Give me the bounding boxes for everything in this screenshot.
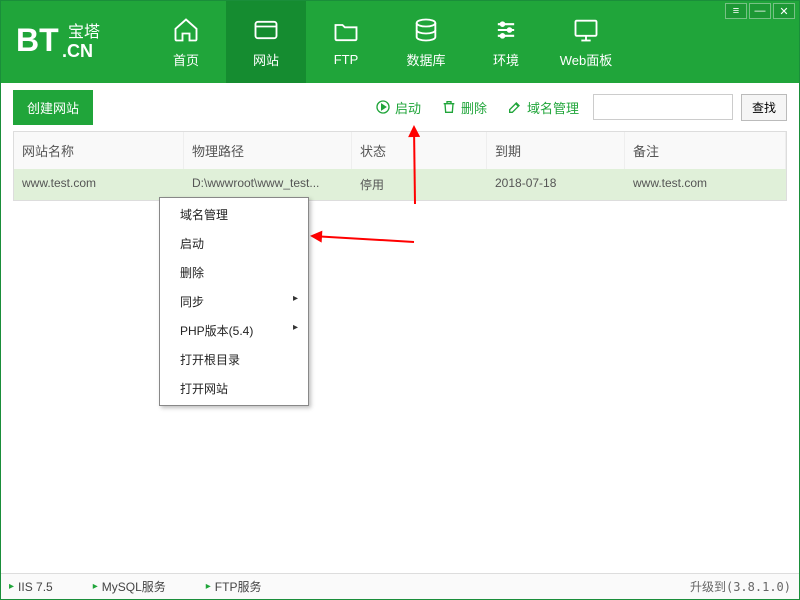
table-header: 网站名称 物理路径 状态 到期 备注	[14, 132, 786, 169]
table-row[interactable]: www.test.com D:\wwwroot\www_test... 停用 2…	[14, 169, 786, 200]
cell-name: www.test.com	[14, 169, 184, 200]
cell-note: www.test.com	[625, 169, 786, 200]
main-nav: 首页 网站 FTP 数据库 环境 Web面板	[146, 1, 626, 83]
col-expire[interactable]: 到期	[487, 132, 625, 169]
folder-icon	[331, 18, 361, 46]
toolbar: 创建网站 启动 删除 域名管理 查找	[1, 83, 799, 131]
start-label: 启动	[395, 98, 421, 117]
annotation-arrow-1	[304, 226, 424, 246]
cell-path: D:\wwwroot\www_test...	[184, 169, 352, 200]
start-button[interactable]: 启动	[369, 98, 427, 117]
nav-ftp-label: FTP	[334, 52, 359, 67]
nav-db[interactable]: 数据库	[386, 1, 466, 83]
panel-icon	[571, 16, 601, 44]
delete-label: 删除	[461, 98, 487, 117]
nav-env[interactable]: 环境	[466, 1, 546, 83]
col-name[interactable]: 网站名称	[14, 132, 184, 169]
nav-home-label: 首页	[173, 50, 199, 69]
domain-manage-button[interactable]: 域名管理	[501, 98, 585, 117]
nav-db-label: 数据库	[406, 50, 445, 69]
menu-button[interactable]: ≡	[725, 3, 747, 19]
create-site-button[interactable]: 创建网站	[13, 90, 93, 125]
col-path[interactable]: 物理路径	[184, 132, 352, 169]
nav-panel[interactable]: Web面板	[546, 1, 626, 83]
status-ftp[interactable]: FTP服务	[206, 578, 262, 595]
status-mysql[interactable]: MySQL服务	[93, 578, 166, 595]
delete-button[interactable]: 删除	[435, 98, 493, 117]
ctx-delete[interactable]: 删除	[162, 258, 306, 287]
site-icon	[251, 16, 281, 44]
nav-site-label: 网站	[253, 50, 279, 69]
status-bar: IIS 7.5 MySQL服务 FTP服务 升级到(3.8.1.0)	[1, 573, 799, 599]
window-controls: ≡ — ✕	[725, 3, 795, 19]
nav-panel-label: Web面板	[560, 50, 613, 69]
logo: BT 宝塔 .CN	[1, 1, 146, 83]
ctx-domain[interactable]: 域名管理	[162, 200, 306, 229]
ctx-open-root[interactable]: 打开根目录	[162, 345, 306, 374]
play-icon	[375, 99, 391, 115]
app-header: BT 宝塔 .CN 首页 网站 FTP 数据库 环境 Web面板	[1, 1, 799, 83]
ctx-sync[interactable]: 同步	[162, 287, 306, 316]
cell-status: 停用	[352, 169, 487, 200]
col-status[interactable]: 状态	[352, 132, 487, 169]
ctx-start[interactable]: 启动	[162, 229, 306, 258]
nav-home[interactable]: 首页	[146, 1, 226, 83]
minimize-button[interactable]: —	[749, 3, 771, 19]
ctx-open-site[interactable]: 打开网站	[162, 374, 306, 403]
trash-icon	[441, 99, 457, 115]
nav-site[interactable]: 网站	[226, 1, 306, 83]
cell-expire: 2018-07-18	[487, 169, 625, 200]
status-upgrade[interactable]: 升级到(3.8.1.0)	[690, 578, 791, 595]
nav-ftp[interactable]: FTP	[306, 1, 386, 83]
site-table: 网站名称 物理路径 状态 到期 备注 www.test.com D:\wwwro…	[13, 131, 787, 201]
find-button[interactable]: 查找	[741, 94, 787, 121]
search-input[interactable]	[593, 94, 733, 120]
context-menu: 域名管理 启动 删除 同步 PHP版本(5.4) 打开根目录 打开网站	[159, 197, 309, 406]
col-note[interactable]: 备注	[625, 132, 786, 169]
settings-icon	[491, 16, 521, 44]
close-button[interactable]: ✕	[773, 3, 795, 19]
svg-text:.CN: .CN	[62, 41, 93, 61]
home-icon	[171, 16, 201, 44]
nav-env-label: 环境	[493, 50, 519, 69]
database-icon	[411, 16, 441, 44]
domain-manage-label: 域名管理	[527, 98, 579, 117]
status-iis[interactable]: IIS 7.5	[9, 580, 53, 594]
svg-text:BT: BT	[16, 22, 59, 58]
edit-icon	[507, 99, 523, 115]
ctx-php[interactable]: PHP版本(5.4)	[162, 316, 306, 345]
svg-text:宝塔: 宝塔	[68, 23, 100, 41]
